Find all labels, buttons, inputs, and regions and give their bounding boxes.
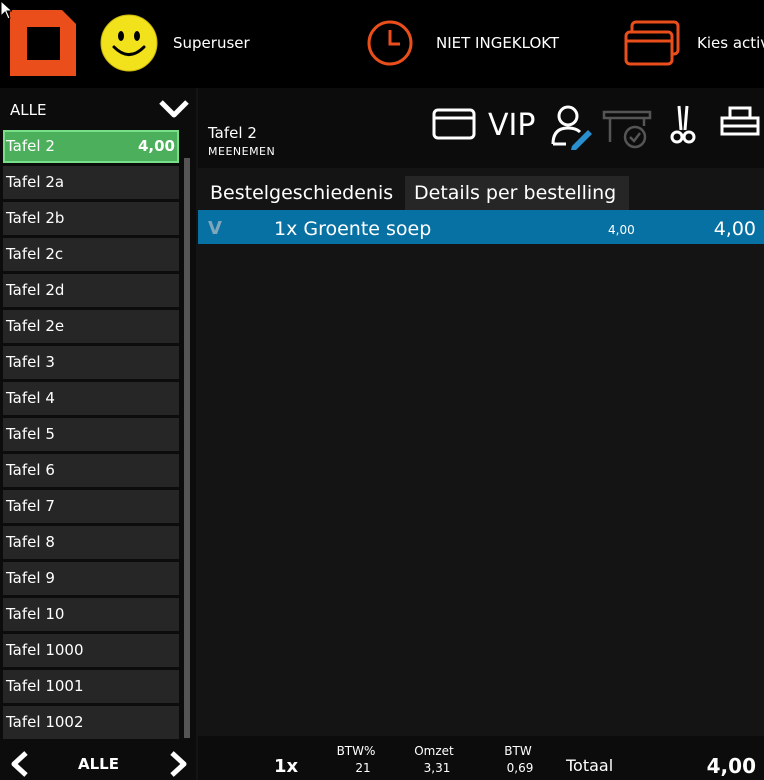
table-name: Tafel 2d bbox=[6, 281, 65, 299]
table-list: Tafel 2 4,00 Tafel 2a Tafel 2b Tafel 2c Tafel… bbox=[3, 130, 179, 742]
order-panel: Tafel 2 MEENEMEN VIP Bestelgeschiedenis … bbox=[198, 88, 764, 780]
table-name: Tafel 3 bbox=[6, 353, 55, 371]
tab-order-history[interactable]: Bestelgeschiedenis bbox=[210, 176, 393, 210]
btw-percentage-column: BTW% 21 bbox=[332, 744, 380, 775]
table-name: Tafel 1002 bbox=[6, 713, 84, 731]
table-list-item[interactable]: Tafel 2d bbox=[3, 274, 179, 307]
table-list-item[interactable]: Tafel 1002 bbox=[3, 706, 179, 739]
btw-column: BTW 0,69 bbox=[498, 744, 538, 775]
table-name: Tafel 2e bbox=[6, 317, 65, 335]
table-name: Tafel 2a bbox=[6, 173, 65, 191]
btw-percentage-value: 21 bbox=[355, 761, 371, 775]
table-name: Tafel 1001 bbox=[6, 677, 84, 695]
order-header: Tafel 2 MEENEMEN VIP bbox=[198, 88, 764, 168]
pagination-label[interactable]: ALLE bbox=[78, 755, 119, 773]
btw-label: BTW bbox=[504, 744, 532, 758]
vip-button[interactable]: VIP bbox=[488, 108, 535, 143]
chevron-right-icon[interactable] bbox=[166, 750, 190, 778]
table-list-item[interactable]: Tafel 1001 bbox=[3, 670, 179, 703]
table-list-item[interactable]: Tafel 2b bbox=[3, 202, 179, 235]
table-list-item[interactable]: Tafel 4 bbox=[3, 382, 179, 415]
clock-status-label[interactable]: NIET INGEKLOKT bbox=[436, 34, 559, 52]
btw-percentage-label: BTW% bbox=[336, 744, 376, 758]
order-line-unit-price: 4,00 bbox=[608, 223, 635, 237]
mouse-cursor-icon bbox=[0, 0, 12, 20]
order-line-total: 4,00 bbox=[713, 218, 756, 240]
order-line-row[interactable]: V 1x Groente soep 4,00 4,00 bbox=[198, 210, 764, 244]
filter-label: ALLE bbox=[10, 101, 47, 119]
table-list-item[interactable]: Tafel 9 bbox=[3, 562, 179, 595]
table-list-item[interactable]: Tafel 5 bbox=[3, 418, 179, 451]
order-summary-footer: 1x BTW% 21 Omzet 3,31 BTW 0,69 Totaal 4,… bbox=[198, 736, 764, 780]
table-name: Tafel 10 bbox=[6, 605, 65, 623]
table-name: Tafel 4 bbox=[6, 389, 55, 407]
app-logo[interactable] bbox=[10, 10, 76, 76]
table-list-item[interactable]: Tafel 2c bbox=[3, 238, 179, 271]
top-bar: Superuser NIET INGEKLOKT Kies activiteit bbox=[0, 0, 764, 88]
scrollbar-thumb[interactable] bbox=[184, 158, 190, 738]
table-list-item[interactable]: Tafel 3 bbox=[3, 346, 179, 379]
table-amount: 4,00 bbox=[137, 137, 175, 155]
username-label[interactable]: Superuser bbox=[173, 34, 250, 52]
omzet-value: 3,31 bbox=[423, 761, 451, 775]
table-name: Tafel 2b bbox=[6, 209, 65, 227]
scissors-icon[interactable] bbox=[668, 104, 698, 144]
total-label: Totaal bbox=[566, 756, 614, 775]
order-tabs: Bestelgeschiedenis Details per bestellin… bbox=[198, 176, 764, 210]
table-name: Tafel 2 bbox=[6, 137, 55, 155]
payment-card-icon[interactable] bbox=[432, 106, 476, 142]
sidebar-pagination: ALLE bbox=[0, 744, 196, 780]
activity-cards-icon[interactable] bbox=[624, 20, 680, 66]
tab-order-details[interactable]: Details per bestelling bbox=[405, 176, 629, 210]
table-list-item[interactable]: Tafel 2e bbox=[3, 310, 179, 343]
edit-customer-icon[interactable] bbox=[550, 104, 594, 150]
btw-value: 0,69 bbox=[506, 761, 534, 775]
table-name: Tafel 9 bbox=[6, 569, 55, 587]
table-list-item[interactable]: Tafel 1000 bbox=[3, 634, 179, 667]
table-list-item[interactable]: Tafel 2 4,00 bbox=[3, 130, 179, 163]
order-table-title: Tafel 2 bbox=[208, 124, 257, 142]
omzet-column: Omzet 3,31 bbox=[410, 744, 458, 775]
table-name: Tafel 2c bbox=[6, 245, 64, 263]
table-filter-dropdown[interactable]: ALLE bbox=[0, 88, 196, 128]
clock-icon[interactable] bbox=[366, 19, 414, 67]
chevron-left-icon[interactable] bbox=[8, 750, 32, 778]
total-quantity: 1x bbox=[274, 756, 299, 777]
smiley-avatar-icon[interactable] bbox=[100, 14, 158, 72]
table-list-item[interactable]: Tafel 8 bbox=[3, 526, 179, 559]
chevron-down-icon[interactable] bbox=[158, 98, 190, 120]
table-name: Tafel 5 bbox=[6, 425, 55, 443]
table-list-item[interactable]: Tafel 2a bbox=[3, 166, 179, 199]
table-name: Tafel 8 bbox=[6, 533, 55, 551]
table-list-item[interactable]: Tafel 6 bbox=[3, 454, 179, 487]
table-name: Tafel 7 bbox=[6, 497, 55, 515]
order-type-label: MEENEMEN bbox=[208, 145, 276, 158]
total-value: 4,00 bbox=[706, 754, 756, 778]
omzet-label: Omzet bbox=[414, 744, 454, 758]
table-list-item[interactable]: Tafel 7 bbox=[3, 490, 179, 523]
table-sidebar: ALLE Tafel 2 4,00 Tafel 2a Tafel 2b Tafel 2c… bbox=[0, 88, 196, 780]
activity-label[interactable]: Kies activiteit bbox=[697, 34, 764, 52]
order-line-status: V bbox=[208, 218, 222, 239]
table-list-item[interactable]: Tafel 10 bbox=[3, 598, 179, 631]
table-name: Tafel 6 bbox=[6, 461, 55, 479]
table-name: Tafel 1000 bbox=[6, 641, 84, 659]
printer-icon[interactable] bbox=[720, 106, 760, 138]
table-check-icon[interactable] bbox=[602, 108, 652, 152]
order-line-item: 1x Groente soep bbox=[274, 218, 432, 240]
